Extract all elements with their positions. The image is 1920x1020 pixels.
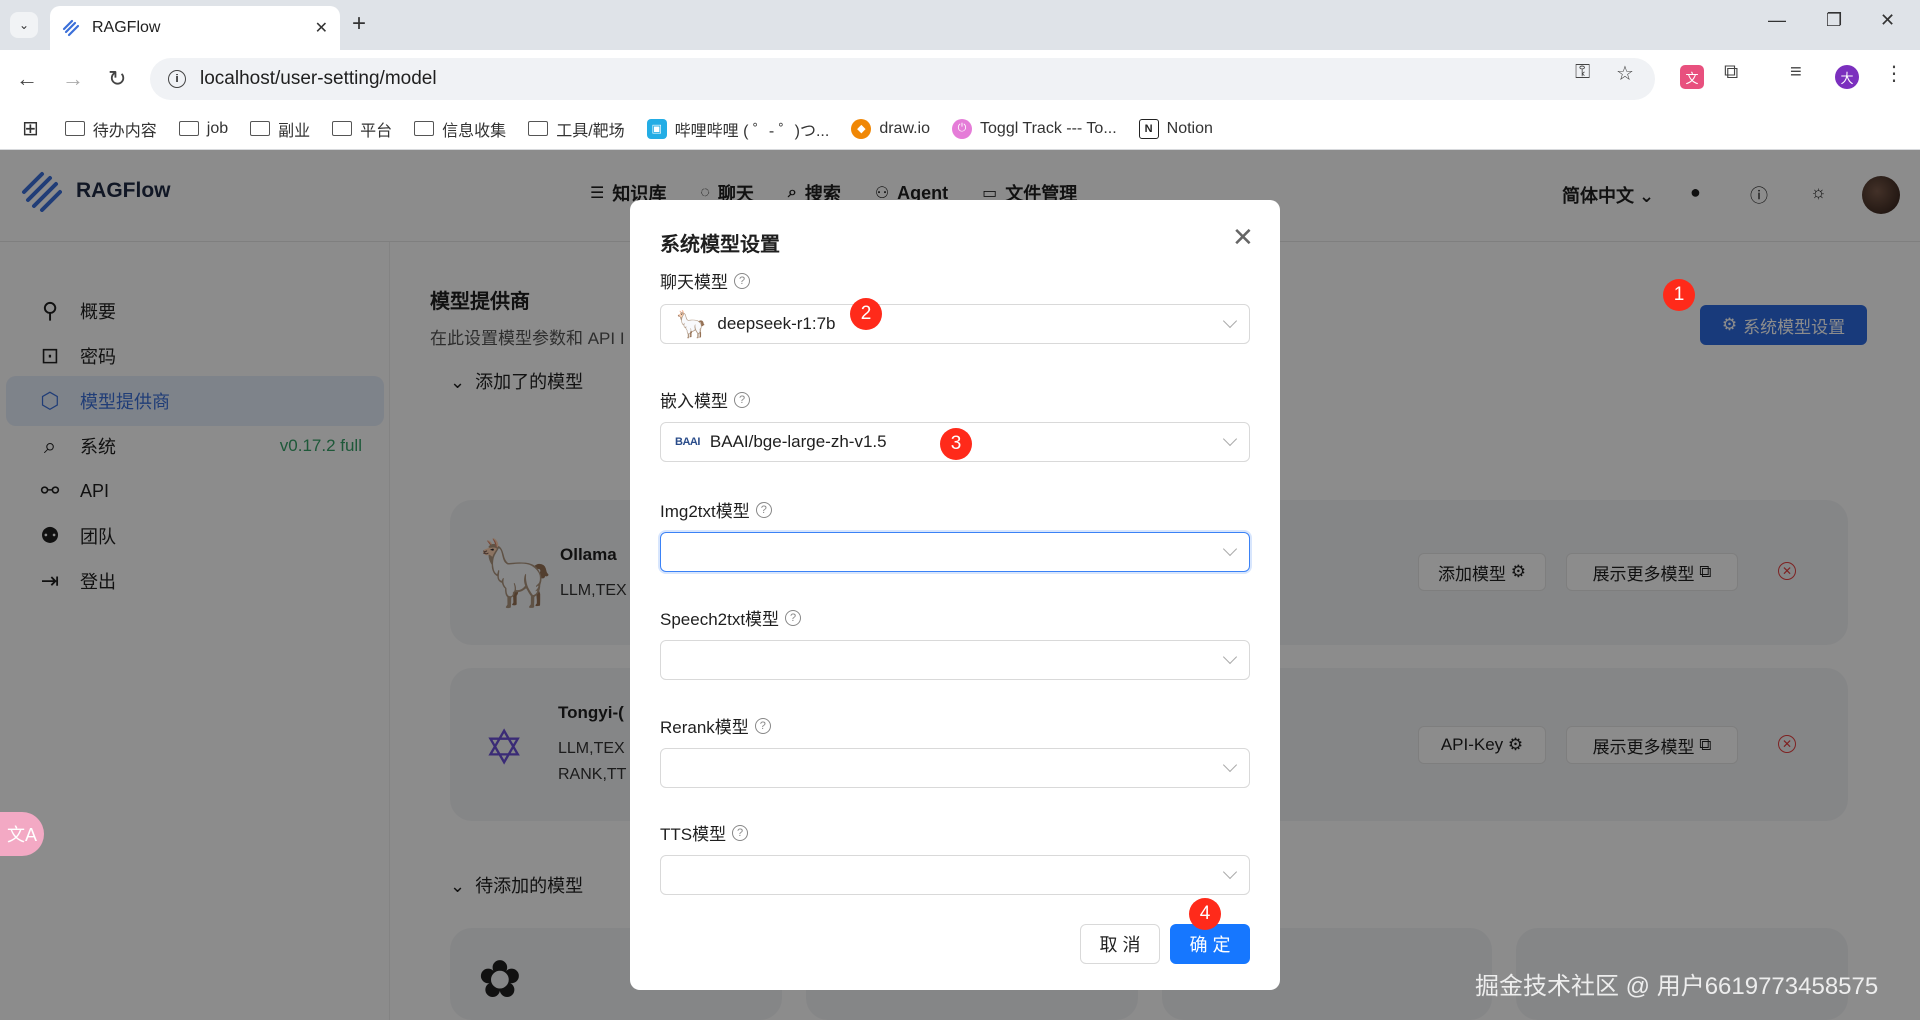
bookmark-notion[interactable]: N Notion [1138,118,1213,139]
bookmark-folder[interactable]: 待办内容 [64,117,157,141]
folder-icon [414,121,435,136]
notion-icon: N [1138,118,1159,139]
annotation-marker-3: 3 [940,428,972,460]
embedding-model-label: 嵌入模型? [660,387,750,412]
bookmark-toggl[interactable]: ⏻ Toggl Track --- To... [952,118,1117,139]
reload-icon[interactable]: ↻ [108,66,126,92]
media-control-icon[interactable]: ≡ [1790,61,1802,84]
annotation-marker-2: 2 [850,298,882,330]
key-icon[interactable]: ⚿ [1575,61,1590,84]
close-icon[interactable]: ✕ [1232,222,1254,253]
back-icon[interactable]: ← [16,66,38,92]
new-tab-button[interactable]: + [352,10,366,38]
confirm-button[interactable]: 确 定 [1170,924,1250,964]
chevron-down-icon [1222,757,1238,773]
site-info-icon[interactable]: i [168,70,186,88]
img2txt-model-label: Img2txt模型? [660,497,772,522]
translate-extension-icon[interactable]: 文 [1680,65,1704,89]
tab-search-button[interactable]: ⌄ [10,12,38,38]
tab-close-icon[interactable]: ✕ [315,18,328,38]
help-circle-icon[interactable]: ? [732,824,749,841]
window-close-icon[interactable]: ✕ [1880,10,1895,31]
apps-icon[interactable]: ⊞ [22,116,39,141]
bookmark-folder[interactable]: 副业 [250,117,310,141]
img2txt-model-select[interactable] [660,532,1250,572]
bookmark-bilibili[interactable]: ▣ 哔哩哔哩 ( ゜- ゜)つ... [646,117,829,141]
toggl-icon: ⏻ [952,118,973,139]
rerank-model-label: Rerank模型? [660,713,771,738]
chevron-down-icon [1222,649,1238,665]
speech2txt-model-select[interactable] [660,640,1250,680]
browser-tab[interactable]: RAGFlow ✕ [50,6,340,50]
profile-icon[interactable]: 大 [1835,65,1859,89]
watermark: 掘金技术社区 @ 用户6619773458575 [1475,973,1879,1000]
chevron-down-icon [1222,864,1238,880]
bilibili-icon: ▣ [646,118,667,139]
chevron-down-icon [1222,431,1238,447]
bookmark-folder[interactable]: 信息收集 [414,117,506,141]
chevron-down-icon [1222,313,1238,329]
folder-icon [178,121,199,136]
forward-icon[interactable]: → [62,66,84,92]
speech2txt-model-label: Speech2txt模型? [660,605,802,630]
address-bar: ← → ↻ i localhost/user-setting/model ⚿ ☆… [0,50,1920,108]
bookmarks-bar: ⊞ 待办内容 job 副业 平台 信息收集 工具/靶场 ▣ 哔哩哔哩 ( ゜- ゜… [0,108,1920,150]
tts-model-select[interactable] [660,855,1250,895]
help-circle-icon[interactable]: ? [734,391,750,408]
annotation-marker-4: 4 [1189,898,1221,930]
chevron-down-icon [1222,541,1238,557]
bookmark-star-icon[interactable]: ☆ [1616,61,1634,86]
bookmark-folder[interactable]: job [178,120,228,138]
ollama-logo-icon: 🦙 [675,308,708,339]
help-circle-icon[interactable]: ? [785,609,802,626]
translate-float-icon[interactable]: 文A [0,812,44,856]
help-circle-icon[interactable]: ? [734,272,750,289]
folder-icon [250,121,271,136]
help-circle-icon[interactable]: ? [755,501,772,518]
restore-icon[interactable]: ❐ [1826,10,1842,31]
minimize-icon[interactable]: — [1768,10,1786,31]
menu-icon[interactable]: ⋮ [1884,61,1904,86]
drawio-icon: ◆ [851,118,872,139]
extensions-icon[interactable]: ⧉ [1724,61,1738,84]
tts-model-label: TTS模型? [660,820,749,845]
rerank-model-select[interactable] [660,748,1250,788]
url-text: localhost/user-setting/model [200,68,437,89]
system-model-settings-dialog: 系统模型设置 ✕ 聊天模型? 🦙 deepseek-r1:7b 嵌入模型? BA… [630,200,1280,990]
url-input[interactable]: i localhost/user-setting/model [150,58,1655,100]
tab-title: RAGFlow [92,19,161,36]
folder-icon [332,121,353,136]
bookmark-folder[interactable]: 工具/靶场 [528,117,625,141]
tab-strip: ⌄ RAGFlow ✕ + — ❐ ✕ [0,0,1920,50]
bookmark-drawio[interactable]: ◆ draw.io [851,118,930,139]
baai-logo-icon: BAAI [675,436,700,448]
help-circle-icon[interactable]: ? [754,717,771,734]
folder-icon [528,121,549,136]
dialog-title: 系统模型设置 [660,234,780,256]
cancel-button[interactable]: 取 消 [1080,924,1160,964]
ragflow-favicon-icon [62,19,80,37]
folder-icon [64,121,85,136]
annotation-marker-1: 1 [1663,279,1695,311]
chat-model-select[interactable]: 🦙 deepseek-r1:7b [660,304,1250,344]
bookmark-folder[interactable]: 平台 [332,117,392,141]
chat-model-label: 聊天模型? [660,268,750,293]
